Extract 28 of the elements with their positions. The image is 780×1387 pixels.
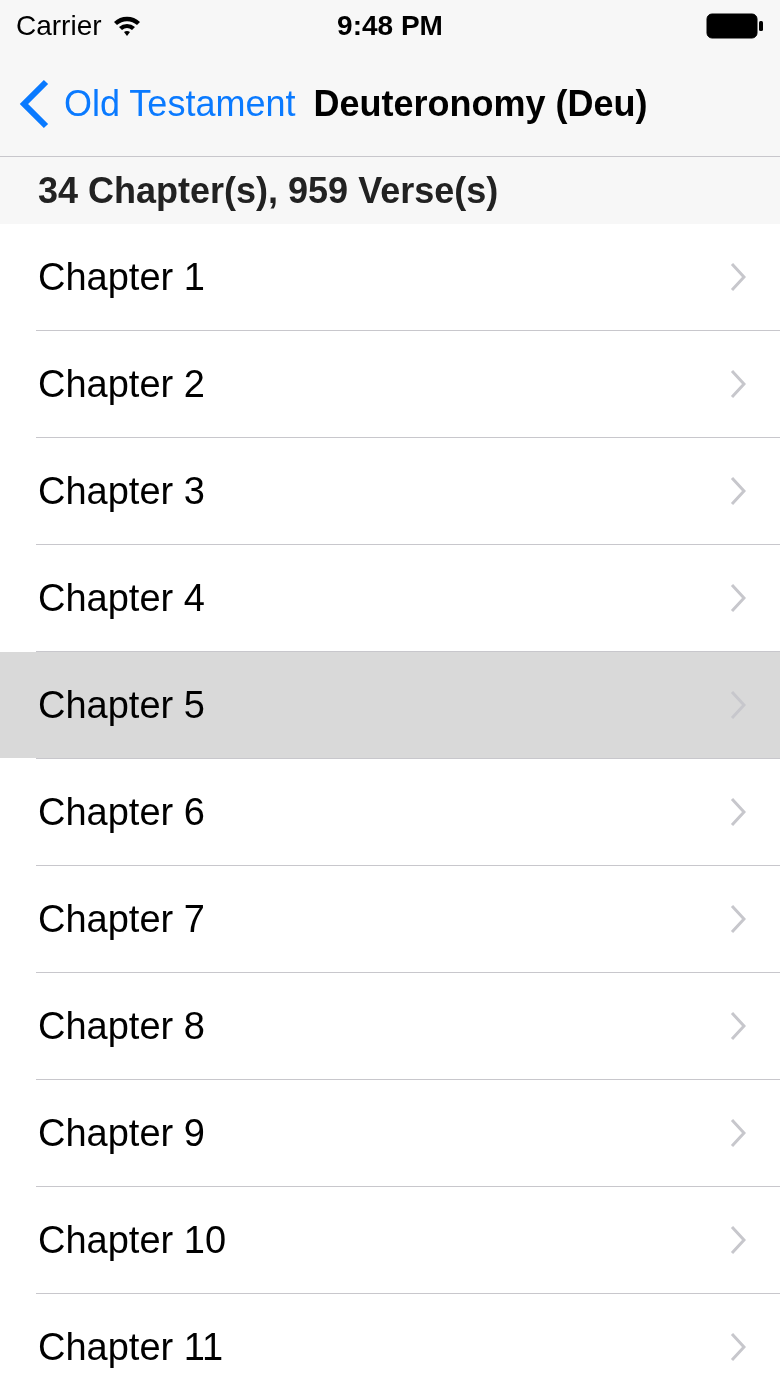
chevron-icon: [730, 1118, 746, 1148]
chevron-icon: [730, 476, 746, 506]
clock-time: 9:48 PM: [337, 10, 443, 41]
chapter-label: Chapter 1: [38, 255, 206, 299]
battery-icon: [706, 13, 764, 39]
chapter-label: Chapter 11: [38, 1325, 225, 1369]
chevron-icon: [730, 262, 746, 292]
chapter-label: Chapter 10: [38, 1218, 227, 1262]
chapter-label: Chapter 6: [38, 790, 206, 834]
chevron-icon: [730, 1332, 746, 1362]
chevron-icon: [730, 583, 746, 613]
chevron-icon: [730, 369, 746, 399]
chapter-label: Chapter 9: [38, 1111, 206, 1155]
chapter-label: Chapter 8: [38, 1004, 206, 1048]
chapter-label: Chapter 4: [38, 576, 206, 620]
chevron-icon: [730, 904, 746, 934]
chapter-label: Chapter 7: [38, 897, 206, 941]
chapter-label: Chapter 2: [38, 362, 206, 406]
carrier-name: Carrier: [16, 10, 102, 42]
screen-title: Deuteronomy (Deu): [313, 83, 648, 125]
chevron-icon: [730, 1225, 746, 1255]
chapter-row[interactable]: Chapter 5: [0, 652, 780, 758]
back-button[interactable]: Old Testament: [18, 79, 296, 129]
chapter-label: Chapter 3: [38, 469, 206, 513]
chevron-icon: [730, 1011, 746, 1041]
chevron-icon: [730, 797, 746, 827]
chapter-label: Chapter 5: [38, 683, 206, 727]
section-header: 34 Chapter(s), 959 Verse(s): [0, 157, 780, 224]
